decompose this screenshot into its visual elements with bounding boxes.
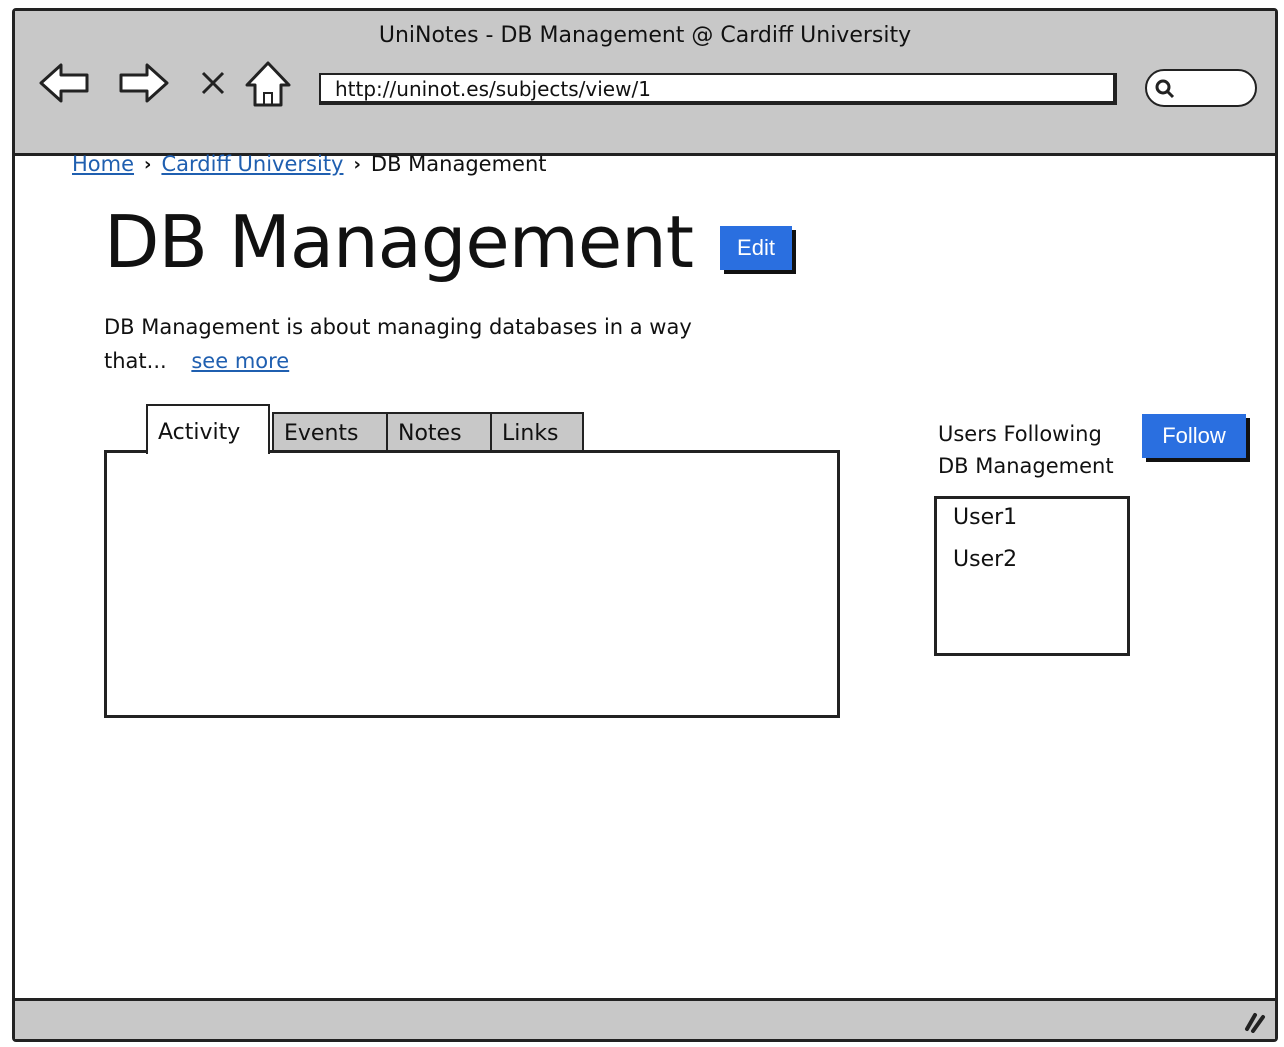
url-bar[interactable]: http://uninot.es/subjects/view/1 [319, 73, 1117, 105]
back-arrow-icon[interactable] [37, 55, 93, 111]
see-more-link[interactable]: see more [191, 349, 289, 373]
breadcrumb-home-link[interactable]: Home [72, 152, 134, 176]
browser-toolbar: UniNotes - DB Management @ Cardiff Unive… [15, 11, 1275, 156]
breadcrumb: Home › Cardiff University › DB Managemen… [72, 152, 547, 176]
followers-label-line2: DB Management [938, 454, 1114, 478]
followers-label: Users Following DB Management [938, 418, 1114, 482]
tab-notes[interactable]: Notes [386, 412, 492, 454]
subject-description: DB Management is about managing database… [104, 310, 704, 378]
breadcrumb-university-link[interactable]: Cardiff University [161, 152, 343, 176]
page-title: DB Management [104, 200, 694, 284]
close-icon[interactable] [197, 55, 229, 111]
chevron-right-icon: › [144, 153, 152, 175]
tab-links[interactable]: Links [490, 412, 584, 454]
edit-button[interactable]: Edit [720, 226, 792, 270]
tab-panel [104, 450, 840, 718]
list-item[interactable]: User1 [953, 505, 1127, 547]
search-field[interactable] [1145, 69, 1257, 107]
resize-grip-icon[interactable] [1241, 1007, 1267, 1033]
followers-label-line1: Users Following [938, 422, 1102, 446]
followers-list: User1 User2 [934, 496, 1130, 656]
breadcrumb-current: DB Management [370, 152, 547, 176]
tab-events[interactable]: Events [272, 412, 388, 454]
status-bar [15, 998, 1275, 1039]
home-icon[interactable] [243, 55, 293, 111]
chevron-right-icon: › [353, 153, 361, 175]
list-item[interactable]: User2 [953, 547, 1127, 589]
window-title: UniNotes - DB Management @ Cardiff Unive… [378, 23, 912, 48]
tab-activity[interactable]: Activity [146, 404, 270, 454]
forward-arrow-icon[interactable] [115, 55, 171, 111]
follow-button[interactable]: Follow [1142, 414, 1246, 458]
search-icon [1155, 79, 1175, 99]
